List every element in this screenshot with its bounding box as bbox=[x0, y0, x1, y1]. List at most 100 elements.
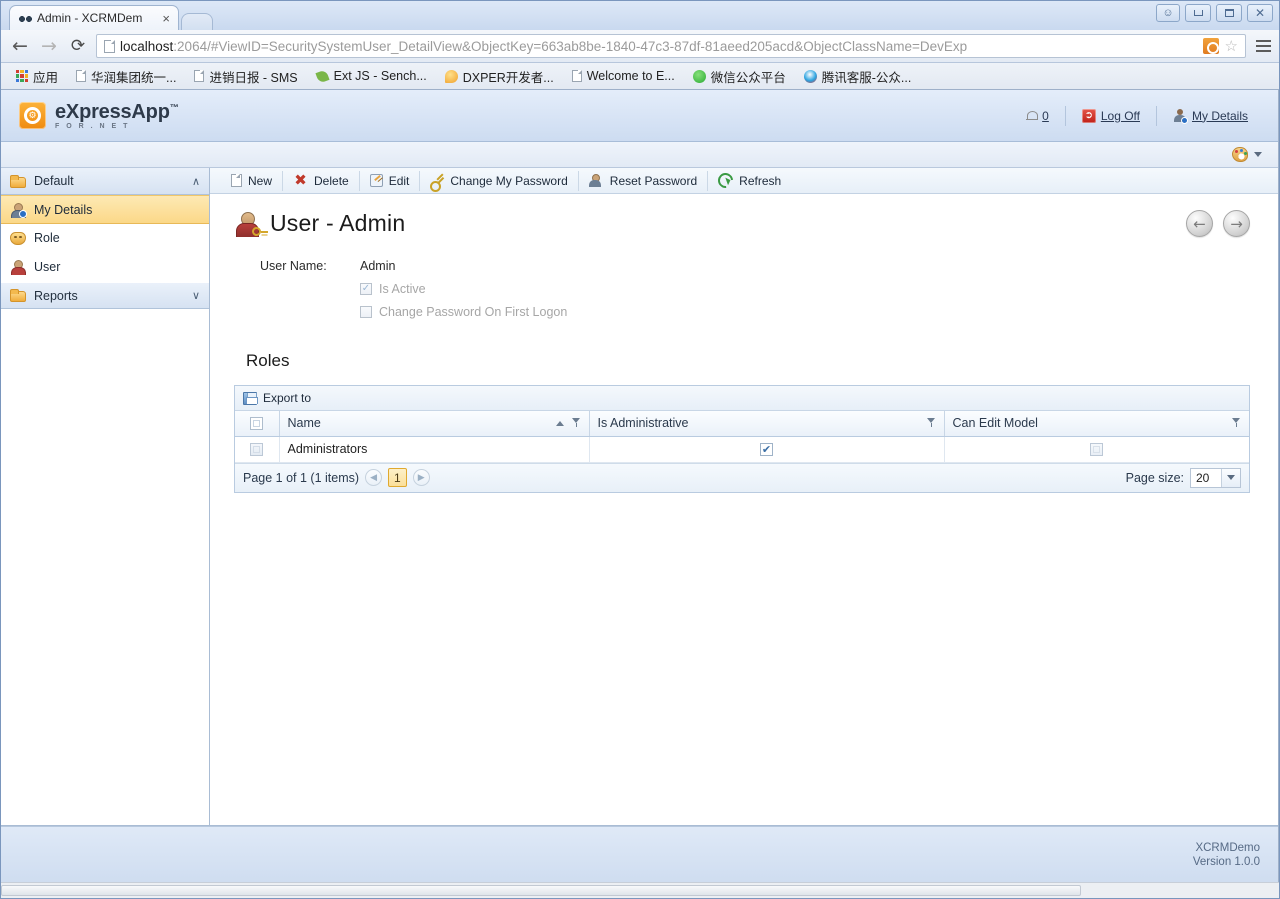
roles-table: Name Is Administrative Can Edit Model Ad… bbox=[235, 411, 1249, 463]
bookmark-star-icon[interactable]: ☆ bbox=[1222, 37, 1241, 55]
edit-button[interactable]: Edit bbox=[360, 170, 421, 191]
reset-password-button[interactable]: Reset Password bbox=[579, 170, 709, 191]
sidebar-empty-area bbox=[1, 309, 209, 825]
row-checkbox[interactable] bbox=[250, 443, 264, 457]
can-edit-model-checkbox bbox=[1090, 443, 1104, 457]
detail-view: User - Admin ← → User Name: Admin ✓ Is A… bbox=[210, 194, 1278, 825]
new-label: New bbox=[248, 173, 273, 188]
extension-icon[interactable] bbox=[1202, 38, 1219, 54]
column-header-can-edit-model[interactable]: Can Edit Model bbox=[944, 411, 1249, 437]
table-row[interactable]: Administrators ✔ bbox=[235, 436, 1249, 463]
chevron-up-icon: ∧ bbox=[191, 174, 200, 188]
notification-count: 0 bbox=[1042, 108, 1049, 123]
close-window-button[interactable]: ✕ bbox=[1247, 4, 1273, 22]
page-size-label: Page size: bbox=[1125, 470, 1184, 485]
row-select-cell[interactable] bbox=[235, 436, 280, 463]
bookmark-item[interactable]: 华润集团统一... bbox=[67, 65, 185, 88]
minimize-button[interactable] bbox=[1185, 4, 1211, 22]
log-off-link[interactable]: ➲ Log Off bbox=[1064, 105, 1156, 126]
roles-grid-panel: Export to Name Is Administrative Can Edi… bbox=[234, 385, 1250, 493]
delete-button[interactable]: ✖ Delete bbox=[283, 170, 360, 191]
orange-icon bbox=[444, 69, 458, 83]
tencent-icon bbox=[803, 69, 817, 83]
field-value: Admin bbox=[360, 259, 396, 273]
document-icon bbox=[194, 70, 205, 82]
browser-tab[interactable]: Admin - XCRMDem × bbox=[9, 5, 179, 30]
my-details-link[interactable]: My Details bbox=[1155, 105, 1264, 126]
user-profile-button[interactable]: ☺ bbox=[1156, 4, 1180, 22]
bookmark-item[interactable]: 进销日报 - SMS bbox=[185, 65, 306, 88]
sort-ascending-icon[interactable] bbox=[555, 420, 564, 426]
chevron-down-icon[interactable] bbox=[1254, 152, 1262, 157]
filter-icon[interactable] bbox=[1232, 418, 1241, 428]
column-header-name[interactable]: Name bbox=[279, 411, 590, 437]
new-button[interactable]: New bbox=[219, 170, 284, 191]
select-all-checkbox[interactable] bbox=[250, 417, 264, 431]
cell-name: Administrators bbox=[279, 436, 590, 463]
address-bar[interactable]: localhost:2064/#ViewID=SecuritySystemUse… bbox=[96, 34, 1246, 58]
browser-menu-button[interactable] bbox=[1253, 40, 1271, 52]
column-header-is-administrative[interactable]: Is Administrative bbox=[589, 411, 945, 437]
theme-strip bbox=[1, 142, 1278, 168]
palette-icon[interactable] bbox=[1232, 147, 1248, 162]
bookmark-item[interactable]: DXPER开发者... bbox=[436, 65, 563, 88]
refresh-button[interactable]: Refresh bbox=[708, 169, 791, 192]
bookmark-label: 进销日报 - SMS bbox=[209, 70, 298, 85]
export-icon bbox=[243, 391, 258, 405]
new-tab-button[interactable] bbox=[181, 13, 213, 30]
pager-page-1[interactable]: 1 bbox=[388, 468, 407, 487]
action-toolbar: New ✖ Delete Edit Change My Password Res… bbox=[210, 168, 1278, 194]
app-logo: ⚙ eXpressApp™ F O R . N E T bbox=[19, 102, 179, 130]
sidebar-group-reports[interactable]: Reports ∨ bbox=[1, 282, 209, 309]
pager-next-button[interactable]: ▶ bbox=[412, 469, 430, 486]
page-size-select[interactable]: 20 bbox=[1190, 467, 1241, 488]
sidebar-item-my-details[interactable]: My Details bbox=[1, 195, 209, 224]
back-icon[interactable]: ← bbox=[9, 35, 31, 57]
sidebar-item-role[interactable]: Role bbox=[1, 224, 209, 253]
filter-icon[interactable] bbox=[571, 418, 581, 428]
edit-pencil-icon bbox=[369, 174, 383, 187]
notifications-link[interactable]: 0 bbox=[1010, 106, 1065, 126]
favicon-icon bbox=[19, 12, 32, 25]
sidebar-group-default[interactable]: Default ∧ bbox=[1, 168, 209, 195]
refresh-icon bbox=[715, 169, 737, 192]
app-header: ⚙ eXpressApp™ F O R . N E T 0 ➲ Log Off bbox=[1, 90, 1278, 142]
pager-previous-button[interactable]: ◀ bbox=[365, 469, 383, 486]
close-icon[interactable]: × bbox=[160, 12, 172, 25]
previous-record-button[interactable]: ← bbox=[1186, 210, 1213, 237]
bookmark-label: 华润集团统一... bbox=[91, 70, 177, 85]
change-my-password-button[interactable]: Change My Password bbox=[420, 170, 579, 192]
logo-gear-icon: ⚙ bbox=[19, 102, 46, 129]
scrollbar-thumb[interactable] bbox=[1, 885, 1081, 896]
wechat-icon bbox=[692, 69, 706, 83]
sidebar-item-user[interactable]: User bbox=[1, 253, 209, 282]
bookmark-label: Ext JS - Sench... bbox=[333, 69, 427, 83]
sidebar: Default ∧ My Details Role User Reports ∨ bbox=[1, 168, 210, 826]
apps-grid-icon bbox=[16, 70, 28, 82]
bookmark-item[interactable]: 腾讯客服-公众... bbox=[795, 65, 921, 88]
field-user-name: User Name: Admin bbox=[260, 259, 1250, 273]
reload-icon[interactable]: ⟳ bbox=[67, 35, 89, 57]
is-administrative-checkbox: ✔ bbox=[760, 443, 773, 457]
forward-icon[interactable]: → bbox=[38, 35, 60, 57]
bookmark-apps[interactable]: 应用 bbox=[7, 65, 67, 88]
bell-icon bbox=[1026, 110, 1039, 122]
page-info-icon bbox=[104, 39, 115, 53]
horizontal-scrollbar[interactable] bbox=[1, 882, 1279, 898]
maximize-button[interactable] bbox=[1216, 4, 1242, 22]
next-record-button[interactable]: → bbox=[1223, 210, 1250, 237]
select-all-header[interactable] bbox=[235, 411, 280, 437]
bookmark-item[interactable]: Welcome to E... bbox=[563, 67, 684, 85]
person-badge-icon bbox=[1173, 108, 1188, 124]
main-panel: New ✖ Delete Edit Change My Password Res… bbox=[210, 168, 1278, 826]
field-change-password-first-logon: Change Password On First Logon bbox=[360, 305, 1250, 319]
bookmark-item[interactable]: Ext JS - Sench... bbox=[307, 67, 436, 85]
filter-icon[interactable] bbox=[926, 418, 936, 428]
export-to-label[interactable]: Export to bbox=[263, 391, 311, 405]
sidebar-group-label: Reports bbox=[34, 288, 78, 303]
user-silhouette-icon: ☺ bbox=[1162, 7, 1174, 19]
folder-icon bbox=[10, 289, 26, 302]
bookmark-item[interactable]: 微信公众平台 bbox=[684, 65, 795, 88]
bookmark-label: DXPER开发者... bbox=[462, 70, 554, 85]
page-size-dropdown-button[interactable] bbox=[1221, 468, 1240, 487]
